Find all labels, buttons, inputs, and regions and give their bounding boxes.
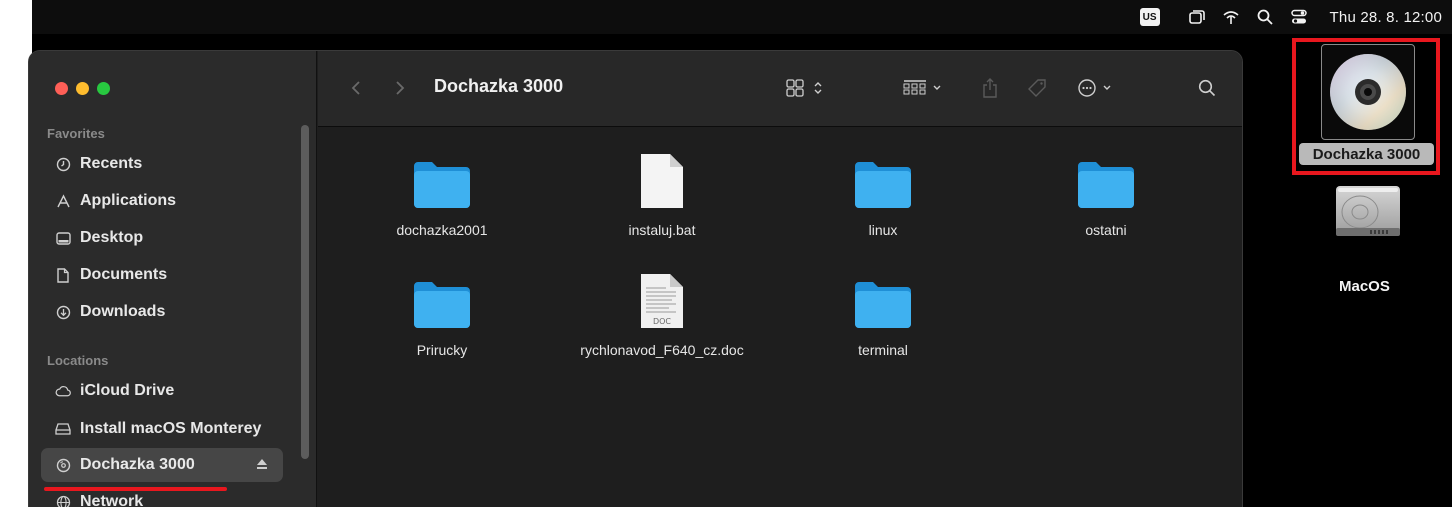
zoom-button[interactable]: [97, 82, 110, 95]
file-icon: [630, 142, 694, 210]
sidebar-section-locations: Locations: [47, 353, 109, 368]
sidebar-item-label: Desktop: [80, 229, 144, 246]
file-name: dochazka2001: [396, 222, 488, 238]
eject-icon[interactable]: [255, 457, 269, 471]
folder-icon: [1074, 146, 1138, 210]
sidebar-item-label: Applications: [80, 192, 177, 209]
desktop-item-macos[interactable]: [1330, 184, 1406, 240]
file-item-rychlonavod-doc[interactable]: DOC rychlonavod_F640_cz.doc: [552, 262, 772, 358]
file-item-dochazka2001[interactable]: dochazka2001: [332, 146, 552, 238]
menu-bar: US Thu 28. 8. 12:00: [32, 0, 1452, 34]
menu-bar-clock[interactable]: Thu 28. 8. 12:00: [1330, 0, 1442, 34]
group-by-button[interactable]: [898, 75, 948, 101]
file-name: terminal: [858, 342, 908, 358]
view-mode-button[interactable]: [782, 75, 832, 101]
download-icon: [55, 304, 71, 320]
sidebar-scrollbar[interactable]: [301, 125, 309, 459]
sidebar: Favorites Recents Applications Desktop D…: [29, 51, 317, 507]
back-button[interactable]: [346, 75, 366, 101]
sidebar-item-desktop[interactable]: Desktop: [41, 221, 283, 255]
drive-icon: [55, 421, 71, 437]
sidebar-item-label: Downloads: [80, 303, 166, 320]
document-icon: [55, 267, 71, 283]
tag-icon[interactable]: [1024, 75, 1050, 101]
desktop-icon: [55, 230, 71, 246]
doc-file-icon: DOC: [630, 262, 694, 330]
sidebar-item-applications[interactable]: Applications: [41, 184, 283, 218]
search-icon[interactable]: [1194, 75, 1220, 101]
finder-window: Favorites Recents Applications Desktop D…: [28, 50, 1243, 507]
applications-icon: [55, 193, 71, 209]
folder-icon: [851, 146, 915, 210]
toolbar: Dochazka 3000: [318, 51, 1242, 127]
folder-icon: [851, 266, 915, 330]
folder-icon: [410, 146, 474, 210]
sidebar-item-icloud-drive[interactable]: iCloud Drive: [41, 374, 283, 408]
keyboard-layout-menu[interactable]: US: [1139, 0, 1180, 34]
control-center-icon[interactable]: [1282, 0, 1316, 34]
sidebar-item-label: Network: [80, 493, 144, 507]
file-name: Prirucky: [416, 342, 468, 358]
sidebar-item-label: Recents: [80, 155, 143, 172]
sidebar-item-recents[interactable]: Recents: [41, 147, 283, 181]
more-actions-button[interactable]: [1076, 75, 1122, 101]
cd-disc-icon: [1330, 54, 1406, 130]
file-name: rychlonavod_F640_cz.doc: [580, 342, 744, 358]
share-icon[interactable]: [978, 75, 1002, 101]
disc-icon: [55, 457, 71, 473]
desktop-item-label[interactable]: MacOS: [1339, 278, 1390, 295]
sidebar-item-downloads[interactable]: Downloads: [41, 295, 283, 329]
desktop-item-dochazka-3000[interactable]: [1321, 44, 1415, 140]
sidebar-item-documents[interactable]: Documents: [41, 258, 283, 292]
sidebar-item-network[interactable]: Network: [41, 485, 283, 507]
sidebar-item-label: iCloud Drive: [80, 382, 175, 399]
sidebar-section-favorites: Favorites: [47, 126, 105, 141]
file-name: instaluj.bat: [628, 222, 696, 238]
window-icon[interactable]: [1180, 0, 1214, 34]
sidebar-item-label: Install macOS Monterey: [80, 420, 262, 437]
file-item-ostatni[interactable]: ostatni: [996, 146, 1216, 238]
wifi-icon[interactable]: [1214, 0, 1248, 34]
window-title: Dochazka 3000: [434, 76, 564, 96]
clock-icon: [55, 156, 71, 172]
file-item-terminal[interactable]: terminal: [773, 266, 993, 358]
sidebar-item-install-macos[interactable]: Install macOS Monterey: [41, 412, 283, 446]
doc-badge: DOC: [652, 317, 672, 326]
folder-icon: [410, 266, 474, 330]
desktop-item-label[interactable]: Dochazka 3000: [1299, 143, 1434, 165]
file-item-prirucky[interactable]: Prirucky: [332, 266, 552, 358]
minimize-button[interactable]: [76, 82, 89, 95]
keyboard-layout-icon: US: [1139, 8, 1160, 26]
file-item-linux[interactable]: linux: [773, 146, 993, 238]
file-item-instaluj-bat[interactable]: instaluj.bat: [552, 142, 772, 238]
cloud-icon: [55, 383, 71, 399]
file-grid: dochazka2001 instaluj.bat linux ostatni: [318, 128, 1242, 507]
network-icon: [55, 494, 71, 507]
sidebar-item-label: Dochazka 3000: [80, 456, 195, 473]
file-name: linux: [868, 222, 898, 238]
forward-button[interactable]: [390, 75, 410, 101]
sidebar-item-label: Documents: [80, 266, 168, 283]
spotlight-icon[interactable]: [1248, 0, 1282, 34]
window-controls: [55, 82, 110, 95]
hard-drive-icon: [1336, 186, 1400, 236]
close-button[interactable]: [55, 82, 68, 95]
sidebar-item-dochazka-3000[interactable]: Dochazka 3000: [41, 448, 283, 482]
file-name: ostatni: [1085, 222, 1127, 238]
